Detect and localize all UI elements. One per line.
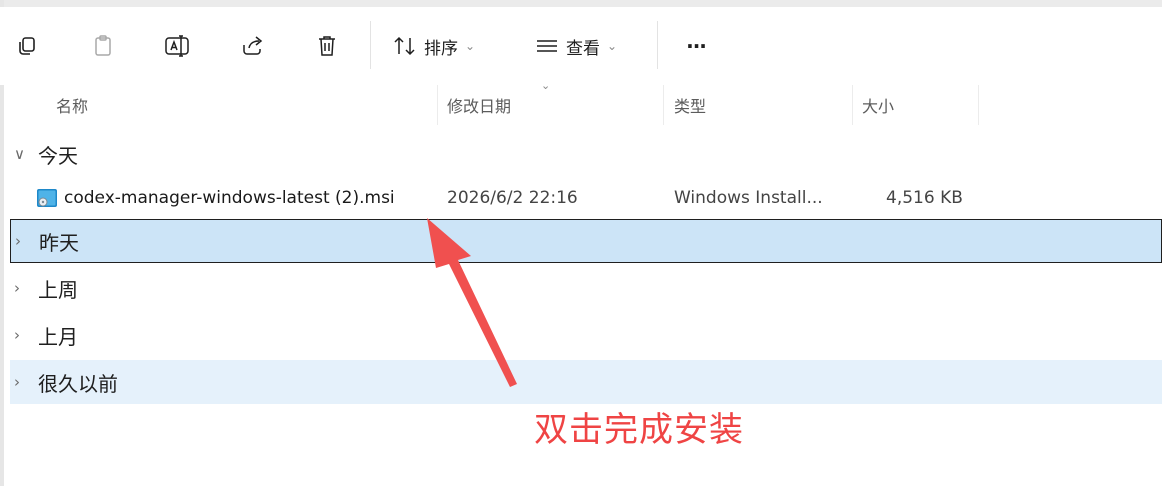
- annotation-text: 双击完成安装: [534, 410, 744, 450]
